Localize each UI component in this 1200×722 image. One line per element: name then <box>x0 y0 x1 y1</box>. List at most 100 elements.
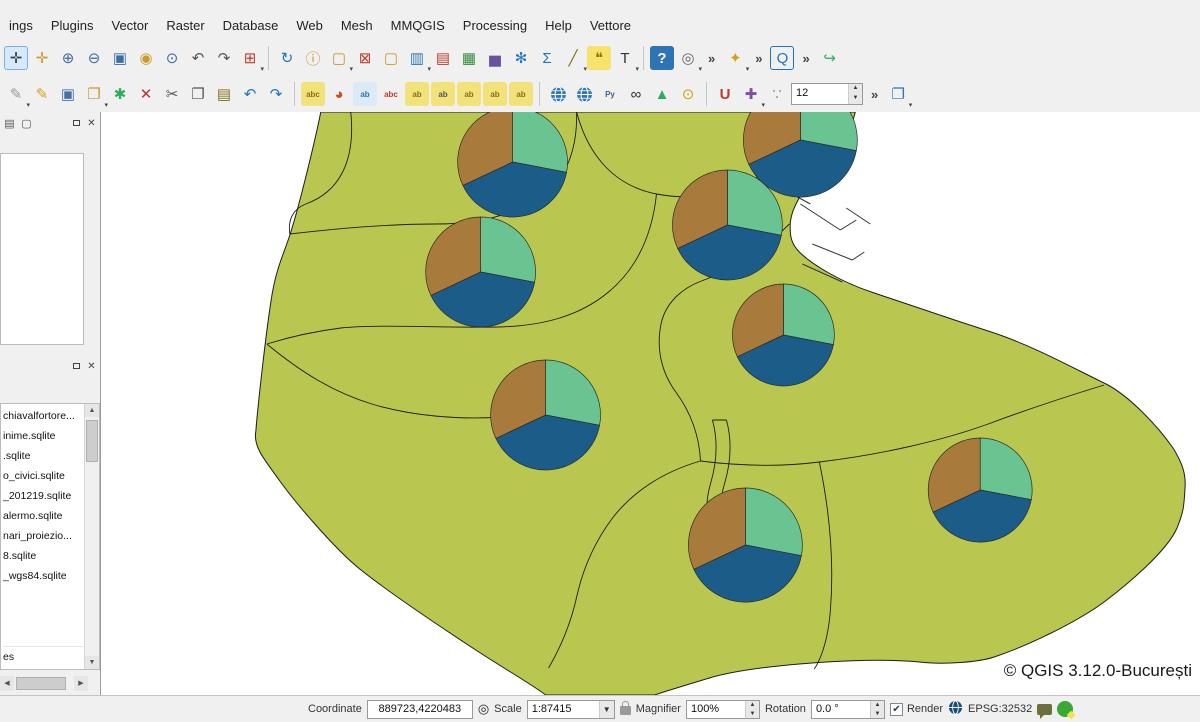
scale-combobox[interactable]: 1:87415 ▼ <box>527 700 615 719</box>
menu-item-vector[interactable]: Vector <box>103 15 158 36</box>
paste-features-icon[interactable]: ▤ <box>212 82 236 106</box>
map-tips-icon[interactable]: ❝ <box>587 46 611 70</box>
tracing-icon[interactable]: ∵ <box>765 82 789 106</box>
zoom-full-icon[interactable]: ▣ <box>108 46 132 70</box>
share-export-icon[interactable]: ↪ <box>818 46 842 70</box>
save-edits-icon[interactable]: ▣ <box>56 82 80 106</box>
toolbar-overflow-chevron[interactable]: » <box>796 51 815 66</box>
profile-tool-icon[interactable]: ▲ <box>650 82 674 106</box>
scroll-right-icon[interactable]: ▶ <box>74 676 88 691</box>
zoom-in-icon[interactable]: ⊕ <box>56 46 80 70</box>
file-item[interactable]: nari_proiezio... <box>3 526 83 546</box>
dropdown-caret-icon[interactable]: ▾ <box>635 65 639 73</box>
scroll-left-icon[interactable]: ◀ <box>0 676 14 691</box>
snapping-magnet-icon[interactable]: U <box>713 82 737 106</box>
file-item[interactable]: chiavalfortore... <box>3 406 83 426</box>
text-annotation-icon[interactable]: T▾ <box>613 46 637 70</box>
horizontal-scroll-thumb[interactable] <box>16 677 66 690</box>
horizontal-scrollbar[interactable]: ◀ ▶ <box>0 676 98 691</box>
change-label-icon[interactable]: ab <box>509 82 533 106</box>
menu-item-raster[interactable]: Raster <box>157 15 213 36</box>
rotation-down-icon[interactable]: ▼ <box>871 710 884 719</box>
new-map-view-icon[interactable]: ⊞▾ <box>238 46 262 70</box>
file-item[interactable]: _wgs84.sqlite <box>3 566 83 586</box>
copy-paste-layer-icon[interactable]: ❐▾ <box>886 82 910 106</box>
quick-finder-icon[interactable]: ⊙ <box>676 82 700 106</box>
render-check-icon[interactable]: ✔ <box>890 703 903 716</box>
zoom-to-layer-icon[interactable]: ⊙ <box>160 46 184 70</box>
undo-icon[interactable]: ↶ <box>238 82 262 106</box>
python-console-icon[interactable]: Py <box>598 82 622 106</box>
panel-float-icon[interactable] <box>70 117 83 130</box>
menu-item-mmqgis[interactable]: MMQGIS <box>382 15 454 36</box>
map-canvas[interactable] <box>101 112 1200 695</box>
delete-selected-icon[interactable]: ✕ <box>134 82 158 106</box>
scale-dropdown-icon[interactable]: ▼ <box>599 701 614 718</box>
coordinate-capture-icon[interactable]: ◎▾ <box>676 46 700 70</box>
toolbar-overflow-chevron[interactable]: » <box>865 87 884 102</box>
menu-item-database[interactable]: Database <box>214 15 288 36</box>
panel2-close-icon[interactable]: ✕ <box>85 360 98 373</box>
copy-style-icon[interactable]: ❐▾ <box>82 82 106 106</box>
redo-icon[interactable]: ↷ <box>264 82 288 106</box>
pin-labels-icon[interactable]: ab <box>405 82 429 106</box>
zoom-last-icon[interactable]: ↶ <box>186 46 210 70</box>
magnifier-down-icon[interactable]: ▼ <box>746 710 759 719</box>
file-item[interactable]: _201219.sqlite <box>3 486 83 506</box>
extent-toggle-icon[interactable]: ◎ <box>478 701 489 717</box>
epsg-status[interactable]: EPSG:32532 <box>968 703 1032 715</box>
layer-labeling-icon[interactable]: abc <box>301 82 325 106</box>
select-by-value-icon[interactable]: ▢ <box>379 46 403 70</box>
identify-features-icon[interactable]: ⓘ <box>301 46 325 70</box>
metasearch-globe-icon[interactable] <box>572 82 596 106</box>
refresh-icon[interactable]: ↻ <box>275 46 299 70</box>
vertical-scrollbar[interactable]: ▲ ▼ <box>84 404 99 669</box>
browser-tree-box[interactable] <box>0 153 84 345</box>
rotate-label-icon[interactable]: ab <box>483 82 507 106</box>
toggle-label-visibility-icon[interactable]: ab <box>431 82 455 106</box>
show-labels-icon[interactable]: ab <box>353 82 377 106</box>
new-layer-icon[interactable]: ✱ <box>108 82 132 106</box>
messages-icon[interactable] <box>1037 704 1052 715</box>
remove-layer-icon[interactable]: ▤ <box>431 46 455 70</box>
attribute-table-icon[interactable]: ▦ <box>457 46 481 70</box>
layer-histogram-icon[interactable]: ▅ <box>483 46 507 70</box>
dropdown-caret-icon[interactable]: ▾ <box>909 101 913 109</box>
scroll-down-icon[interactable]: ▼ <box>85 656 99 669</box>
web-globe-icon[interactable] <box>546 82 570 106</box>
menu-item-processing[interactable]: Processing <box>454 15 536 36</box>
menu-item-plugins[interactable]: Plugins <box>42 15 103 36</box>
magnifier-spinner[interactable]: 100% ▲▼ <box>686 700 760 719</box>
dropdown-caret-icon[interactable]: ▾ <box>746 65 750 73</box>
menu-item-help[interactable]: Help <box>536 15 581 36</box>
file-item[interactable]: alermo.sqlite <box>3 506 83 526</box>
rotation-spinner[interactable]: 0.0 ° ▲▼ <box>811 700 885 719</box>
file-item[interactable]: o_civici.sqlite <box>3 466 83 486</box>
vertical-scroll-thumb[interactable] <box>86 420 98 462</box>
menu-item-mesh[interactable]: Mesh <box>332 15 382 36</box>
coordinate-input[interactable] <box>367 700 473 719</box>
menu-item-web[interactable]: Web <box>287 15 332 36</box>
panel2-float-icon[interactable] <box>70 360 83 373</box>
file-item-extra[interactable]: es <box>3 646 83 666</box>
menu-item-ings[interactable]: ings <box>0 15 42 36</box>
lock-scale-icon[interactable] <box>620 706 631 715</box>
cut-features-icon[interactable]: ✂ <box>160 82 184 106</box>
vertex-tool-icon[interactable]: ✚▾ <box>739 82 763 106</box>
statistics-summary-icon[interactable]: Σ <box>535 46 559 70</box>
render-checkbox[interactable]: ✔ Render <box>890 703 943 716</box>
spin-up-icon[interactable]: ▲ <box>849 84 862 94</box>
legend-filter-icon[interactable]: ▤ <box>2 116 17 131</box>
zoom-next-icon[interactable]: ↷ <box>212 46 236 70</box>
add-layer-icon[interactable]: ▢ <box>19 116 34 131</box>
select-features-icon[interactable]: ▢▾ <box>327 46 351 70</box>
zoom-to-selection-icon[interactable]: ◉ <box>134 46 158 70</box>
toolbar-overflow-chevron[interactable]: » <box>749 51 768 66</box>
rotation-up-icon[interactable]: ▲ <box>871 701 884 710</box>
osm-search-icon[interactable]: Q <box>770 46 794 70</box>
copy-features-icon[interactable]: ❐ <box>186 82 210 106</box>
osm-place-search-icon[interactable]: ∞ <box>624 82 648 106</box>
plugin-wand-icon[interactable]: ✦▾ <box>723 46 747 70</box>
open-field-form-icon[interactable]: ▥▾ <box>405 46 429 70</box>
processing-toolbox-icon[interactable]: ✻ <box>509 46 533 70</box>
